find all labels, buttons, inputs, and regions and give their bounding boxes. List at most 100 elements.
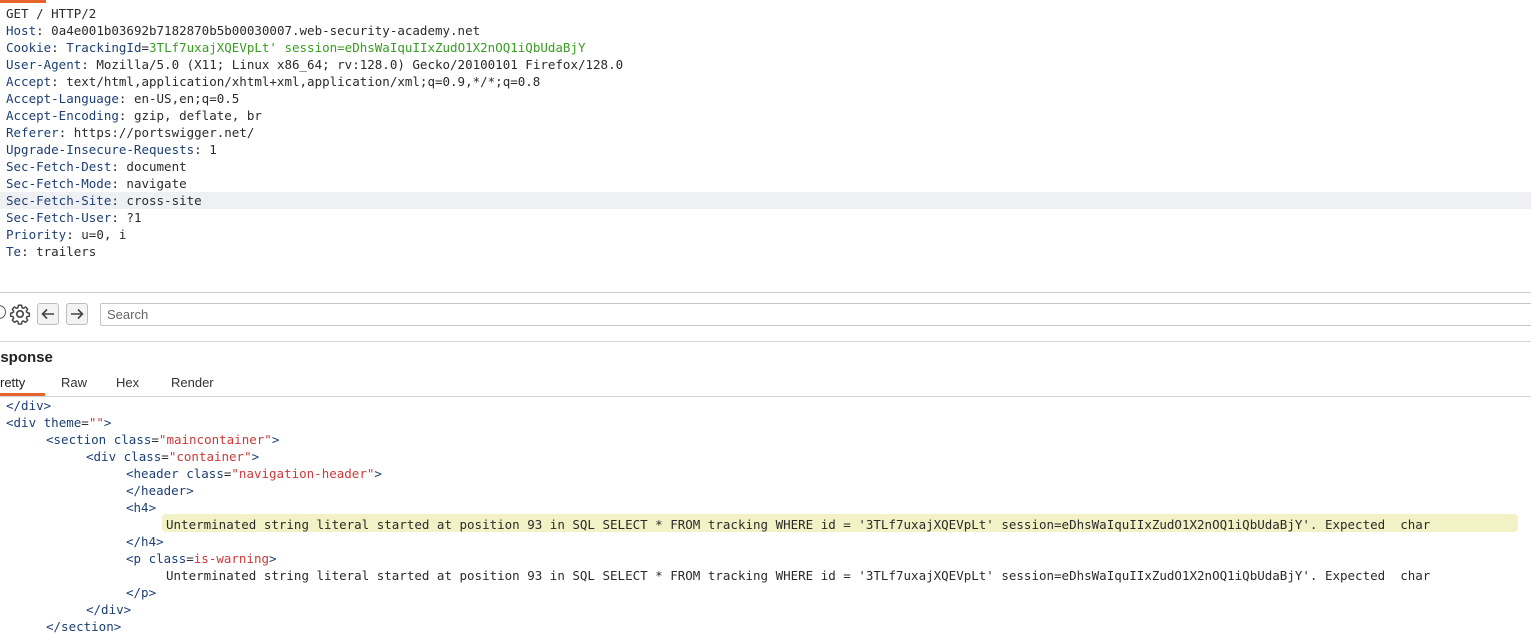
html-tag: > — [103, 415, 112, 430]
header-cookie[interactable]: Cookie: TrackingId=3TLf7uxajXQEVpLt' ses… — [6, 39, 1526, 56]
code-line: <div class="container"> — [86, 449, 260, 464]
html-attr: theme — [43, 415, 82, 430]
header-value: Mozilla/5.0 (X11; Linux x86_64; rv:128.0… — [96, 57, 624, 72]
header-host[interactable]: Host: 0a4e001b03692b7182870b5b00030007.w… — [6, 22, 1526, 39]
html-tag: > — [251, 449, 260, 464]
code-line: <h4> — [126, 499, 156, 516]
header-name: Host — [6, 23, 37, 38]
header-name: Sec-Fetch-Dest — [6, 159, 112, 174]
header-separator: : — [111, 193, 127, 208]
tab-raw[interactable]: Raw — [61, 373, 87, 396]
sql-error-warning-text: Unterminated string literal started at p… — [166, 567, 1430, 584]
html-attr-value: "navigation-header" — [231, 466, 375, 481]
header-accept-language[interactable]: Accept-Language: en-US,en;q=0.5 — [6, 90, 1526, 107]
code-line: <div theme=""> — [6, 415, 112, 430]
code-line: </section> — [46, 618, 121, 635]
header-separator: : — [118, 91, 134, 106]
tab-hex[interactable]: Hex — [116, 373, 139, 396]
response-editor[interactable]: </div> <div theme=""> <section class="ma… — [0, 397, 1531, 637]
header-value: 0a4e001b03692b7182870b5b00030007.web-sec… — [51, 23, 481, 38]
search-field[interactable] — [100, 303, 1531, 326]
header-name: Sec-Fetch-User — [6, 210, 112, 225]
code-line: </p> — [126, 584, 156, 601]
html-attr: class — [123, 449, 162, 464]
html-tag: </p> — [126, 585, 157, 600]
header-sec-fetch-user[interactable]: Sec-Fetch-User: ?1 — [6, 209, 1526, 226]
gear-icon[interactable] — [9, 303, 31, 325]
response-tabs: retty Raw Hex Render — [0, 373, 1531, 396]
header-accept-encoding[interactable]: Accept-Encoding: gzip, deflate, br — [6, 107, 1526, 124]
arrow-right-icon — [71, 308, 84, 320]
header-name: Sec-Fetch-Site — [6, 193, 112, 208]
header-separator: : — [51, 74, 67, 89]
header-value: text/html,application/xhtml+xml,applicat… — [66, 74, 541, 89]
header-name: Accept-Encoding — [6, 108, 119, 123]
header-name: Sec-Fetch-Mode — [6, 176, 112, 191]
html-attr: class — [113, 432, 152, 447]
header-sec-fetch-site[interactable]: Sec-Fetch-Site: cross-site — [0, 192, 1531, 209]
header-value: ?1 — [126, 210, 142, 225]
code-line: </header> — [126, 482, 194, 499]
header-priority[interactable]: Priority: u=0, i — [6, 226, 1526, 243]
html-tag: <h4> — [126, 500, 157, 515]
html-attr-value: is-warning — [193, 551, 270, 566]
response-title: esponse — [0, 349, 53, 366]
header-separator: : — [81, 57, 97, 72]
html-attr-value: "" — [88, 415, 104, 430]
tab-render[interactable]: Render — [171, 373, 214, 396]
request-start-line: GET / HTTP/2 — [6, 6, 97, 21]
error-text: Unterminated string literal started at p… — [166, 568, 1431, 583]
header-sec-fetch-dest[interactable]: Sec-Fetch-Dest: document — [6, 158, 1526, 175]
header-name: Priority — [6, 227, 67, 242]
html-attr: class — [148, 551, 187, 566]
code-line: </h4> — [126, 533, 164, 550]
request-tab-indicator — [0, 0, 46, 3]
header-name: Referer — [6, 125, 59, 140]
header-name: User-Agent — [6, 57, 82, 72]
html-tag: <div — [6, 415, 37, 430]
cookie-value: 3TLf7uxajXQEVpLt' session=eDhsWaIquIIxZu… — [149, 40, 586, 55]
header-upgrade-insecure-requests[interactable]: Upgrade-Insecure-Requests: 1 — [6, 141, 1526, 158]
next-match-button[interactable] — [66, 303, 88, 325]
cookie-name: TrackingId — [66, 40, 142, 55]
html-tag: > — [374, 466, 382, 481]
cookie-equals: = — [141, 40, 150, 55]
html-tag: </header> — [126, 483, 194, 498]
html-tag: <p — [126, 551, 142, 566]
header-separator: : — [51, 40, 67, 55]
html-attr: class — [186, 466, 224, 481]
header-value: https://portswigger.net/ — [73, 125, 255, 140]
help-icon[interactable] — [0, 305, 6, 319]
search-toolbar — [0, 298, 1531, 332]
header-separator: : — [111, 176, 127, 191]
section-divider — [0, 341, 1531, 342]
html-tag: <header — [126, 466, 179, 481]
sql-error-heading-text: Unterminated string literal started at p… — [166, 516, 1430, 533]
request-editor[interactable]: GET / HTTP/2 Host: 0a4e001b03692b7182870… — [0, 0, 1531, 293]
html-tag: <section — [46, 432, 107, 447]
previous-match-button[interactable] — [37, 303, 59, 325]
html-tag: > — [269, 551, 277, 566]
header-sec-fetch-mode[interactable]: Sec-Fetch-Mode: navigate — [6, 175, 1526, 192]
header-value: document — [126, 159, 187, 174]
header-user-agent[interactable]: User-Agent: Mozilla/5.0 (X11; Linux x86_… — [6, 56, 1526, 73]
header-separator: : — [111, 159, 127, 174]
html-tag: </div> — [6, 398, 52, 413]
html-tag: </section> — [46, 619, 122, 634]
header-accept[interactable]: Accept: text/html,application/xhtml+xml,… — [6, 73, 1526, 90]
header-separator: : — [66, 227, 82, 242]
header-value: trailers — [36, 244, 97, 259]
panel-divider — [0, 292, 1531, 293]
html-tag: <div — [86, 449, 117, 464]
html-attr-value: "maincontainer" — [158, 432, 272, 447]
html-attr-value: "container" — [168, 449, 252, 464]
header-te[interactable]: Te: trailers — [6, 243, 1526, 260]
request-lines[interactable]: GET / HTTP/2 Host: 0a4e001b03692b7182870… — [0, 5, 1531, 260]
header-separator: : — [21, 244, 37, 259]
request-line[interactable]: GET / HTTP/2 — [6, 5, 1526, 22]
search-input[interactable] — [107, 304, 1531, 325]
header-separator: : — [58, 125, 74, 140]
header-value: gzip, deflate, br — [133, 108, 262, 123]
header-referer[interactable]: Referer: https://portswigger.net/ — [6, 124, 1526, 141]
code-line: <section class="maincontainer"> — [46, 432, 280, 447]
